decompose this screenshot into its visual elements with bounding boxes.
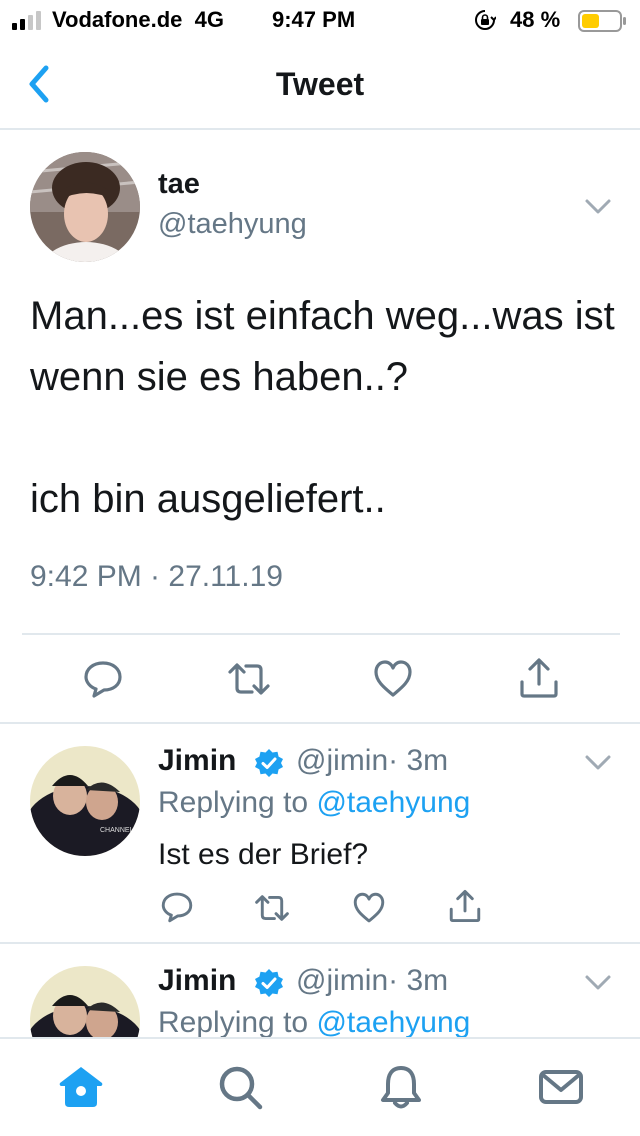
like-icon[interactable] — [352, 891, 386, 925]
replying-to-link[interactable]: @taehyung — [316, 1006, 470, 1039]
network-type: 4G — [194, 7, 224, 32]
verified-badge-icon — [255, 749, 283, 777]
divider — [0, 722, 640, 724]
orientation-lock-icon — [475, 10, 496, 30]
status-bar: Vodafone.de 4G 9:47 PM 48 % — [0, 0, 640, 40]
chevron-down-icon[interactable] — [584, 198, 612, 216]
search-icon[interactable] — [216, 1063, 264, 1111]
replying-to: Replying to @taehyung — [158, 786, 471, 819]
replying-to: Replying to @taehyung — [158, 1006, 471, 1039]
avatar-jimin[interactable]: CHANNEL — [30, 746, 140, 856]
replying-to-link[interactable]: @taehyung — [316, 786, 470, 819]
reply-time: · 3m — [388, 964, 449, 997]
tweet-actions — [0, 636, 640, 722]
reply-author-handle[interactable]: @jimin· 3m — [296, 964, 448, 998]
avatar-taehyung[interactable] — [30, 152, 140, 262]
signal-icon — [12, 10, 41, 30]
notifications-icon[interactable] — [377, 1063, 425, 1111]
retweet-icon[interactable] — [253, 891, 291, 925]
author-handle[interactable]: @taehyung — [158, 208, 307, 241]
tab-bar — [0, 1037, 640, 1136]
chevron-down-icon[interactable] — [584, 974, 612, 992]
verified-badge-icon — [255, 969, 283, 997]
reply-author-name[interactable]: Jimin — [158, 964, 236, 998]
retweet-icon[interactable] — [226, 658, 272, 700]
carrier-label: Vodafone.de 4G — [52, 7, 224, 32]
tweet-text: Man...es ist einfach weg...was ist wenn … — [30, 294, 615, 521]
nav-bar: Tweet — [0, 40, 640, 130]
status-time: 9:47 PM — [272, 7, 356, 32]
like-icon[interactable] — [372, 658, 414, 700]
share-icon[interactable] — [518, 656, 560, 700]
home-icon[interactable] — [57, 1063, 105, 1111]
reply-icon[interactable] — [82, 658, 124, 700]
battery-icon — [578, 10, 626, 32]
divider — [0, 942, 640, 944]
reply-author-name[interactable]: Jimin — [158, 744, 236, 778]
tweet-timestamp: 9:42 PM · 27.11.19 — [30, 560, 283, 593]
battery-percent: 48 % — [510, 7, 561, 32]
reply-time: · 3m — [388, 744, 449, 777]
reply-icon[interactable] — [160, 890, 194, 924]
share-icon[interactable] — [448, 888, 482, 924]
page-title: Tweet — [275, 66, 365, 102]
messages-icon[interactable] — [537, 1063, 585, 1111]
svg-text:CHANNEL: CHANNEL — [100, 827, 134, 834]
author-name[interactable]: tae — [158, 168, 200, 201]
reply-text: Ist es der Brief? — [158, 838, 369, 871]
divider — [22, 633, 620, 635]
reply-author-handle[interactable]: @jimin· 3m — [296, 744, 448, 778]
chevron-down-icon[interactable] — [584, 754, 612, 772]
